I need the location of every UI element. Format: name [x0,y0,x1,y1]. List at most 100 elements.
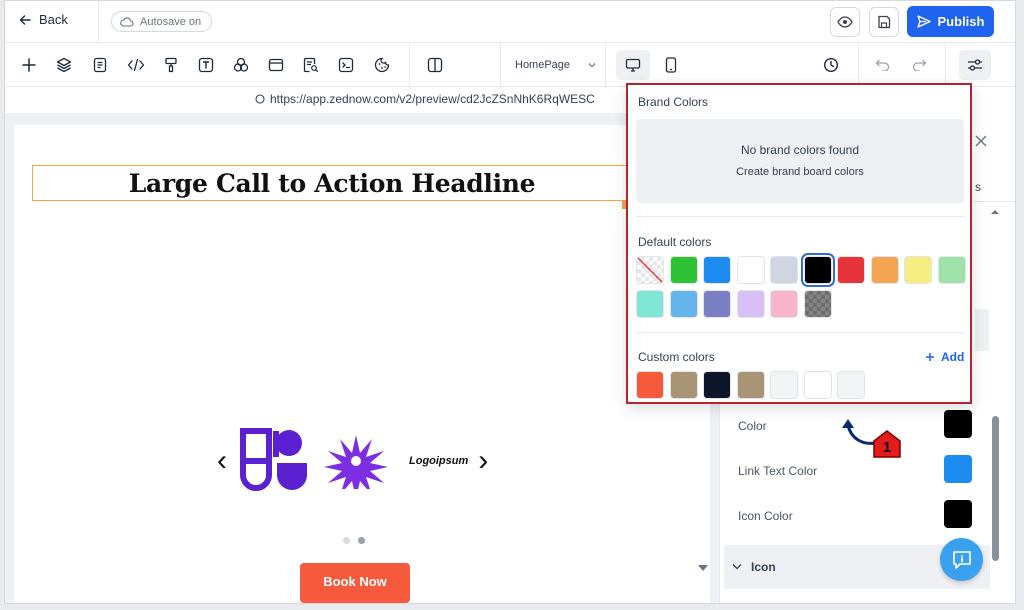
plus-icon [22,58,36,72]
carousel-next-button[interactable]: › [478,446,488,476]
panel-tab-partial[interactable]: s [975,180,981,194]
code-icon [127,58,145,72]
clock-icon [823,57,839,73]
chevron-down-icon [732,564,742,570]
back-label: Back [39,12,68,27]
headline-element[interactable]: Large Call to Action Headline [32,165,632,201]
brand-colors-empty: No brand colors found Create brand board… [636,119,964,203]
default-color-swatch[interactable] [837,256,865,284]
default-color-swatch[interactable] [669,256,698,284]
add-custom-color-button[interactable]: Add [925,350,964,364]
logo-carousel: ‹ Logoipsum › [217,425,488,497]
carousel-dot[interactable] [343,537,350,544]
default-color-swatch[interactable] [669,290,698,318]
default-color-swatch[interactable] [736,290,765,318]
default-color-swatch[interactable] [770,256,798,284]
settings-toggle-button[interactable] [959,50,991,80]
default-color-swatch[interactable] [770,290,798,318]
save-button[interactable] [869,7,899,37]
color-swatch[interactable] [944,410,972,438]
undo-icon [875,59,890,71]
sections-button[interactable] [265,54,287,76]
carousel-prev-button[interactable]: ‹ [217,446,227,476]
components-button[interactable] [230,54,252,76]
callout-number: 1 [882,439,892,456]
cookie-icon [374,57,390,73]
code-button[interactable] [125,54,147,76]
editor-app: Back Autosave on Publish HomePage https:… [4,0,1016,604]
create-brand-board-link[interactable]: Create brand board colors [636,166,964,178]
columns-icon [427,57,443,73]
terminal-button[interactable] [335,54,357,76]
mobile-view-button[interactable] [660,54,682,76]
custom-colors-title: Custom colors [638,350,715,364]
color-picker-popup: Brand Colors No brand colors found Creat… [626,83,972,404]
default-color-swatch[interactable] [803,290,832,318]
layers-icon [56,57,72,73]
editor-canvas: Large Call to Action Headline ‹ Logoipsu… [5,113,719,603]
carousel-dot-active[interactable] [358,537,365,544]
default-color-swatch[interactable] [703,256,731,284]
paint-button[interactable] [160,54,182,76]
desktop-view-button[interactable] [616,50,650,80]
link-text-color-label: Link Text Color [738,464,818,478]
default-color-swatch[interactable] [636,256,664,284]
carousel-dots [343,537,365,544]
default-color-swatch[interactable] [636,290,664,318]
book-now-button[interactable]: Book Now [300,563,410,603]
icon-color-label: Icon Color [738,509,793,523]
no-brand-colors-text: No brand colors found [740,143,860,157]
icon-color-swatch[interactable] [944,500,972,528]
default-color-swatch[interactable] [703,290,731,318]
default-color-swatch[interactable] [736,256,765,284]
link-text-color-swatch[interactable] [944,455,972,483]
circles-icon [233,57,249,72]
custom-color-swatch[interactable] [736,371,765,399]
canvas-scroll-down-icon[interactable] [698,565,708,571]
save-icon [878,15,891,29]
seo-button[interactable] [300,54,322,76]
default-color-swatch[interactable] [904,256,932,284]
divider [98,1,99,43]
custom-color-swatch[interactable] [636,371,664,399]
text-button[interactable] [195,54,217,76]
top-bar: Back Autosave on Publish [5,1,1015,43]
history-button[interactable] [820,54,842,76]
plus-icon [926,353,934,361]
custom-color-swatch[interactable] [703,371,731,399]
custom-color-swatch[interactable] [803,371,832,399]
divider [636,332,964,333]
close-icon[interactable] [975,135,987,147]
default-color-swatch[interactable] [937,256,966,284]
default-colors-title: Default colors [638,235,712,249]
split-view-button[interactable] [424,54,446,76]
undo-button[interactable] [872,54,894,76]
eye-icon [837,16,853,28]
custom-color-swatch[interactable] [837,371,865,399]
page-preview: Large Call to Action Headline ‹ Logoipsu… [14,125,710,603]
scroll-up-icon[interactable] [990,209,1000,215]
add-element-button[interactable] [18,54,40,76]
sliders-icon [968,59,982,71]
pages-button[interactable] [89,54,111,76]
help-chat-button[interactable] [940,538,983,581]
default-color-swatch[interactable] [870,256,899,284]
send-icon [916,15,931,28]
preview-button[interactable] [830,7,860,37]
redo-button[interactable] [908,54,930,76]
layers-button[interactable] [53,54,75,76]
preview-url[interactable]: https://app.zednow.com/v2/preview/cd2JcZ… [255,92,595,106]
page-select-value: HomePage [515,58,571,71]
back-button[interactable]: Back [19,12,68,27]
publish-button[interactable]: Publish [907,6,994,37]
document-icon [93,57,107,73]
custom-color-swatch[interactable] [669,371,698,399]
panel-scroll-thumb[interactable] [992,416,999,561]
page-select[interactable]: HomePage [500,43,606,86]
desktop-icon [625,58,641,72]
autosave-label: Autosave on [140,15,202,28]
default-color-swatch[interactable] [800,253,835,287]
divider [409,43,410,86]
cookie-button[interactable] [371,54,393,76]
custom-color-swatch[interactable] [770,371,798,399]
